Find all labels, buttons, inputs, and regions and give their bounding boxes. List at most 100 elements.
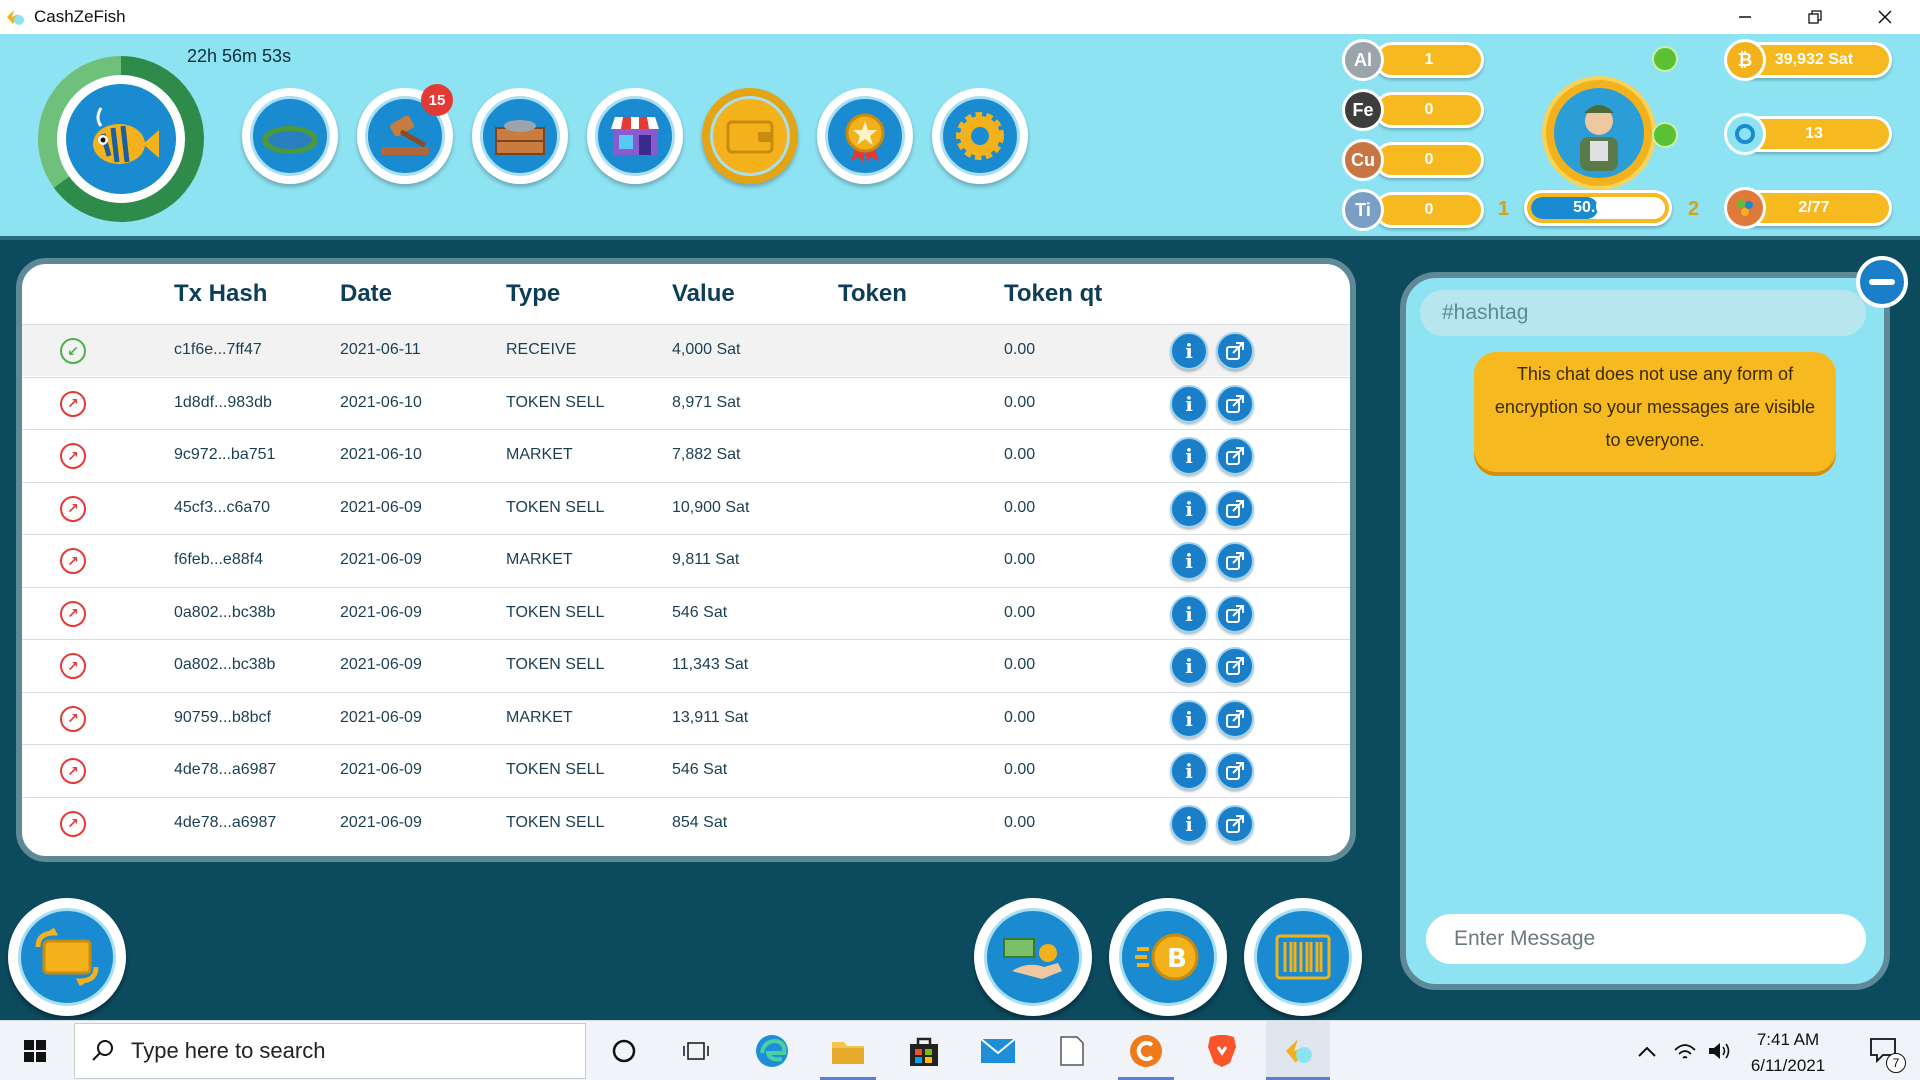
col-token[interactable]: Token [838,280,907,308]
task-view-button[interactable] [668,1021,724,1080]
table-row[interactable]: ↗ 9c972...ba751 2021-06-10 MARKET 7,882 Sat 0… [22,429,1350,481]
fishing-button[interactable] [38,56,204,222]
coin-app-button[interactable] [1118,1021,1174,1080]
achievement-medal-icon [825,96,905,176]
cortana-button[interactable] [596,1021,652,1080]
settings-button[interactable] [932,88,1028,184]
cell-token-qt: 0.00 [1004,498,1036,516]
file-explorer-button[interactable] [820,1021,876,1080]
achievements-button[interactable] [817,88,913,184]
avatar[interactable] [1542,76,1656,190]
restore-button[interactable] [1780,0,1850,34]
info-button[interactable]: i [1170,384,1208,423]
info-button[interactable]: i [1170,699,1208,738]
table-row[interactable]: ↙ c1f6e...7ff47 2021-06-11 RECEIVE 4,000 Sat… [22,324,1350,376]
start-button[interactable] [0,1021,70,1080]
svg-text:B: B [1167,944,1187,974]
info-button[interactable]: i [1170,542,1208,580]
edge-button[interactable] [744,1021,800,1080]
show-hidden-icons-button[interactable] [1630,1021,1664,1080]
cell-token-qt: 0.00 [1004,603,1036,621]
col-token-qt[interactable]: Token qt [1004,280,1102,308]
gem-ring-icon[interactable] [1724,113,1766,155]
pond-button[interactable] [242,88,338,184]
mail-button[interactable] [970,1021,1026,1080]
collection-icon[interactable] [1724,187,1766,229]
open-external-button[interactable] [1216,594,1254,633]
col-date[interactable]: Date [340,280,392,308]
open-external-button[interactable] [1216,804,1254,843]
outgoing-arrow-icon: ↗ [60,390,86,417]
table-row[interactable]: ↗ 90759...b8bcf 2021-06-09 MARKET 13,911 Sat… [22,691,1350,744]
info-button[interactable]: i [1170,332,1208,370]
cell-token-qt: 0.00 [1004,551,1036,568]
cell-date: 2021-06-10 [340,446,422,463]
cell-date: 2021-06-09 [340,498,422,516]
brave-browser-button[interactable] [1194,1021,1250,1080]
table-row[interactable]: ↗ 0a802...bc38b 2021-06-09 TOKEN SELL 546 Sa… [22,586,1350,639]
info-button[interactable]: i [1170,752,1208,790]
notification-count-badge: 7 [1886,1053,1906,1073]
resource-fe-value: 0 [1374,92,1484,128]
taskbar-search[interactable]: Type here to search [74,1023,586,1079]
open-external-button[interactable] [1216,542,1254,580]
wallet-button[interactable] [702,88,798,184]
cell-token-qt: 0.00 [1004,813,1036,831]
outgoing-arrow-icon: ↗ [60,810,86,837]
external-link-icon [1226,394,1244,413]
cashzefish-taskbar-button[interactable] [1266,1021,1330,1080]
table-row[interactable]: ↗ 4de78...a6987 2021-06-09 TOKEN SELL 546 Sa… [22,744,1350,796]
table-row[interactable]: ↗ 1d8df...983db 2021-06-10 TOKEN SELL 8,971 … [22,376,1350,429]
cell-type: TOKEN SELL [506,393,605,411]
minimize-button[interactable] [1710,0,1780,34]
shop-button[interactable] [587,88,683,184]
col-tx-hash[interactable]: Tx Hash [174,280,267,308]
col-value[interactable]: Value [672,280,735,308]
chat-message-input[interactable]: Enter Message [1426,914,1866,964]
open-external-button[interactable] [1216,384,1254,423]
open-external-button[interactable] [1216,332,1254,370]
info-button[interactable]: i [1170,647,1208,685]
hashtag-input[interactable]: #hashtag [1420,290,1866,336]
info-button[interactable]: i [1170,489,1208,528]
exchange-wallet-button[interactable] [8,898,126,1016]
windows-icon [24,1040,46,1062]
notepad-button[interactable] [1044,1021,1100,1080]
bitcoin-icon[interactable]: ₿ [1724,39,1766,81]
table-row[interactable]: ↗ 45cf3...c6a70 2021-06-09 TOKEN SELL 10,900… [22,481,1350,534]
open-external-button[interactable] [1216,752,1254,790]
outgoing-arrow-icon: ↗ [60,600,86,627]
pay-button[interactable] [974,898,1092,1016]
close-button[interactable] [1850,0,1920,34]
outgoing-arrow-icon: ↗ [60,495,86,522]
auction-button[interactable]: 15 [357,84,453,184]
game-header: 22h 56m 53s 15 1 Al 0 Fe 0 Cu 0 Ti 1 50.… [0,34,1920,240]
barcode-scan-button[interactable] [1244,898,1362,1016]
cortana-icon [612,1039,636,1063]
col-type[interactable]: Type [506,280,560,308]
notifications-button[interactable]: 7 [1854,1021,1914,1080]
open-external-button[interactable] [1216,647,1254,685]
crate-button[interactable] [472,88,568,184]
chat-encryption-notice: This chat does not use any form of encry… [1474,352,1836,472]
bitcoin-send-button[interactable]: B [1109,898,1227,1016]
volume-button[interactable] [1702,1021,1736,1080]
edge-icon [756,1035,788,1067]
bitcoin-fast-icon: B [1119,908,1217,1006]
coin-app-icon [1130,1035,1162,1067]
store-button[interactable] [896,1021,952,1080]
info-button[interactable]: i [1170,804,1208,843]
cell-token-qt: 0.00 [1004,393,1036,411]
info-button[interactable]: i [1170,594,1208,633]
chat-minimize-button[interactable] [1856,256,1908,308]
system-clock[interactable]: 7:41 AM 6/11/2021 [1736,1027,1840,1079]
table-row[interactable]: ↗ f6feb...e88f4 2021-06-09 MARKET 9,811 Sat 0… [22,534,1350,586]
table-row[interactable]: ↗ 0a802...bc38b 2021-06-09 TOKEN SELL 11,343… [22,639,1350,691]
open-external-button[interactable] [1216,437,1254,475]
network-button[interactable] [1668,1021,1702,1080]
open-external-button[interactable] [1216,699,1254,738]
table-row[interactable]: ↗ 4de78...a6987 2021-06-09 TOKEN SELL 854 Sa… [22,796,1350,849]
info-button[interactable]: i [1170,437,1208,475]
external-link-icon [1226,447,1244,465]
open-external-button[interactable] [1216,489,1254,528]
